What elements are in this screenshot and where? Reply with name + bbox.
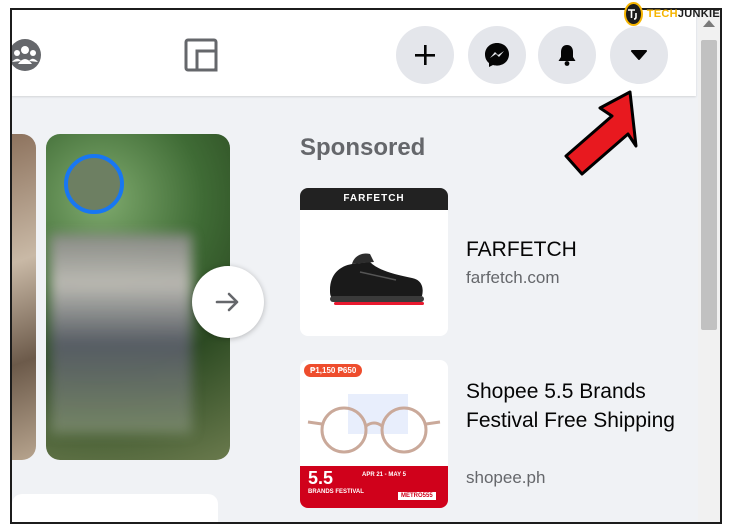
ad-thumbnail-big-text: 5.5	[308, 468, 334, 488]
logo-text-junkie: JUNKIE	[677, 8, 720, 20]
story-image-blurred	[50, 234, 192, 434]
ad-thumbnail-small-text: BRANDS FESTIVAL	[308, 489, 364, 495]
ad-title-farfetch[interactable]: FARFETCH	[466, 235, 577, 264]
groups-icon[interactable]	[12, 38, 42, 72]
logo-text-tech: TECH	[646, 8, 678, 20]
sponsored-heading: Sponsored	[300, 134, 426, 161]
ad-domain-shopee: shopee.ph	[466, 468, 546, 487]
browser-viewport: Sponsored FARFETCH FARFETCH farfetch.com…	[10, 8, 722, 524]
stories-next-button[interactable]	[192, 266, 264, 338]
story-card-previous[interactable]	[12, 134, 36, 460]
story-avatar[interactable]	[64, 154, 124, 214]
ad-thumbnail-farfetch[interactable]: FARFETCH	[300, 188, 448, 336]
ad-title-shopee[interactable]: Shopee 5.5 Brands Festival Free Shipping	[466, 377, 676, 435]
messenger-button[interactable]	[468, 26, 526, 84]
eyeglasses-image	[307, 394, 441, 454]
techjunkie-logo: TECHJUNKIE	[624, 2, 720, 26]
vertical-scrollbar[interactable]	[698, 10, 720, 522]
ad-thumbnail-code: METRO555	[398, 492, 436, 500]
ad-domain-farfetch: farfetch.com	[466, 268, 560, 287]
ad-thumbnail-date: APR 21 - MAY 5	[362, 472, 407, 478]
ad-thumbnail-banner: FARFETCH	[300, 188, 448, 210]
create-button[interactable]	[396, 26, 454, 84]
gaming-icon[interactable]	[184, 38, 218, 72]
sneaker-image	[330, 253, 424, 305]
caret-down-icon	[631, 50, 647, 60]
composer-card	[12, 494, 218, 522]
notifications-button[interactable]	[538, 26, 596, 84]
arrow-right-icon	[215, 292, 239, 312]
account-menu-button[interactable]	[610, 26, 668, 84]
bell-icon	[558, 45, 576, 66]
scroll-thumb[interactable]	[701, 40, 717, 330]
messenger-icon	[485, 43, 509, 67]
ad-thumbnail-promo-band: 5.5 BRANDS FESTIVAL APR 21 - MAY 5 METRO…	[300, 466, 448, 508]
top-navigation-bar	[12, 10, 696, 96]
plus-icon	[415, 45, 435, 65]
ad-thumbnail-shopee[interactable]: ₱1,150 ₱650 5.5 BRANDS FESTIVAL APR 21 -…	[300, 360, 448, 508]
red-pointer-arrow-icon	[564, 90, 638, 176]
techjunkie-logo-mark-icon	[624, 2, 643, 26]
